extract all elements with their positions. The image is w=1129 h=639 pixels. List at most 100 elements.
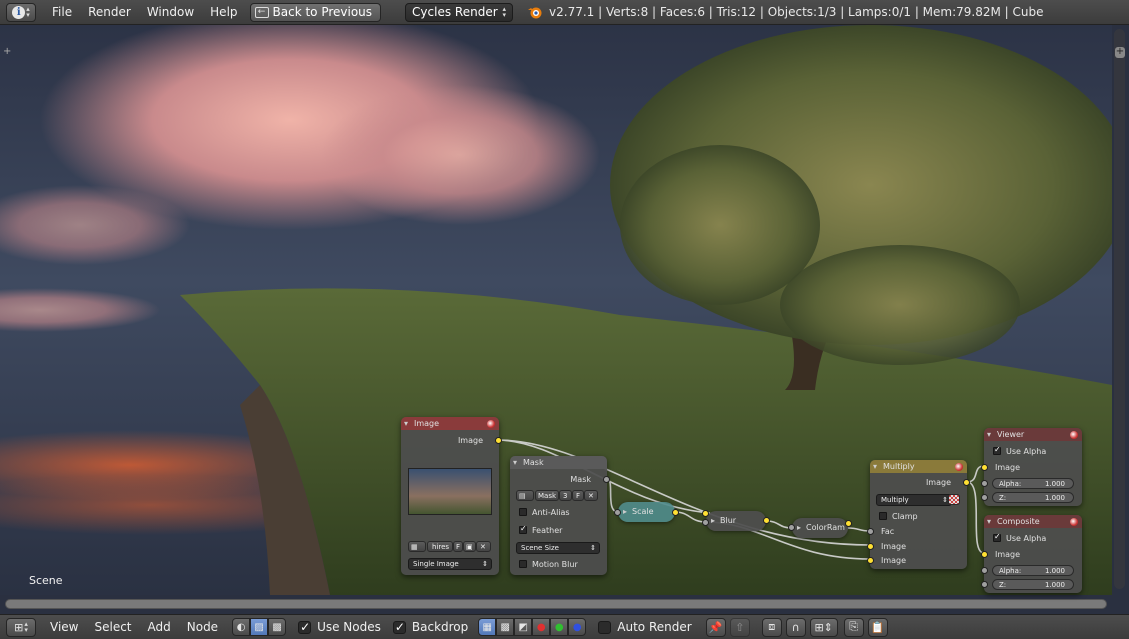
blue-channel-icon[interactable]: ● bbox=[568, 618, 587, 636]
green-channel-icon[interactable]: ● bbox=[550, 618, 569, 636]
clamp-checkbox[interactable]: Clamp bbox=[879, 512, 918, 521]
dropdown-arrows-icon: ⇕ bbox=[482, 560, 488, 568]
composite-z-socket[interactable] bbox=[981, 581, 988, 588]
mask-browse-icon[interactable]: ▤ bbox=[516, 490, 534, 501]
render-engine-dropdown[interactable]: Cycles Render ▴ ▾ bbox=[405, 2, 514, 22]
node-preview-icon[interactable] bbox=[1070, 518, 1078, 526]
alpha-channel-icon[interactable]: ◩ bbox=[514, 618, 533, 636]
image-unlink-icon[interactable]: ✕ bbox=[476, 541, 491, 552]
image1-input-socket[interactable] bbox=[867, 543, 874, 550]
node-tree-type-selector: ◐ ▨ ▩ bbox=[232, 618, 287, 636]
back-to-previous-button[interactable]: ← Back to Previous bbox=[249, 2, 382, 22]
horizontal-scrollbar[interactable] bbox=[5, 599, 1107, 609]
zoom-plus-icon[interactable]: + bbox=[1115, 47, 1125, 58]
snap-magnet-icon[interactable]: ∩ bbox=[785, 617, 806, 637]
mask-size-dropdown[interactable]: Scene Size ⇕ bbox=[516, 542, 600, 554]
viewer-image-socket[interactable] bbox=[981, 464, 988, 471]
node-editor[interactable]: + + Scene Image Image ▦ hires F ▣ ✕ bbox=[0, 25, 1129, 614]
node-preview-icon[interactable] bbox=[487, 420, 495, 428]
menu-window[interactable]: Window bbox=[139, 5, 202, 19]
mask-name-field[interactable]: Mask bbox=[535, 490, 559, 501]
viewer-z-socket[interactable] bbox=[981, 494, 988, 501]
color-channel-icon[interactable]: ▩ bbox=[496, 618, 515, 636]
menu-help[interactable]: Help bbox=[202, 5, 245, 19]
mask-users-count[interactable]: 3 bbox=[559, 490, 572, 501]
vertical-scrollbar[interactable] bbox=[1114, 29, 1125, 589]
red-channel-icon[interactable]: ● bbox=[532, 618, 551, 636]
mask-unlink-icon[interactable]: ✕ bbox=[584, 490, 598, 501]
mask-output-socket[interactable] bbox=[603, 476, 610, 483]
scale-input-socket[interactable] bbox=[614, 509, 621, 516]
composite-use-alpha-checkbox[interactable]: Use Alpha bbox=[993, 532, 1046, 543]
snap-element-dropdown-icon[interactable]: ⊞⇕ bbox=[809, 617, 838, 637]
fac-input-socket[interactable] bbox=[867, 528, 874, 535]
menu-render[interactable]: Render bbox=[80, 5, 139, 19]
menu-file[interactable]: File bbox=[44, 5, 80, 19]
motion-blur-label: Motion Blur bbox=[532, 560, 578, 569]
mask-fake-user-button[interactable]: F bbox=[572, 490, 584, 501]
back-arrow-icon: ← bbox=[254, 6, 269, 18]
copy-nodes-icon[interactable]: ⎘ bbox=[843, 617, 864, 637]
color-alpha-channel-icon[interactable]: ▦ bbox=[478, 618, 497, 636]
texture-nodes-icon[interactable]: ▩ bbox=[268, 618, 287, 636]
mask-node[interactable]: Mask Mask ▤ Mask 3 F ✕ Anti-Alias Feathe… bbox=[510, 456, 610, 575]
scale-node[interactable]: Scale bbox=[618, 502, 675, 522]
menu-node[interactable]: Node bbox=[179, 620, 226, 634]
image-open-icon[interactable]: ▣ bbox=[463, 541, 476, 552]
use-nodes-checkbox[interactable]: Use Nodes bbox=[298, 620, 381, 634]
paste-nodes-icon[interactable]: 📋 bbox=[867, 617, 888, 637]
image-browse-icon[interactable]: ▦ bbox=[408, 541, 426, 552]
snap-node-icon[interactable]: ⧈ bbox=[761, 617, 782, 637]
image-fake-user-button[interactable]: F bbox=[453, 541, 463, 552]
menu-select[interactable]: Select bbox=[86, 620, 139, 634]
node-preview-icon[interactable] bbox=[955, 463, 963, 471]
image-node[interactable]: Image Image ▦ hires F ▣ ✕ Single Image ⇕ bbox=[401, 417, 502, 575]
scale-output-socket[interactable] bbox=[672, 509, 679, 516]
editor-type-selector[interactable]: ⊞ ▴ ▾ bbox=[6, 617, 36, 637]
auto-render-checkbox[interactable]: Auto Render bbox=[598, 620, 692, 634]
use-alpha-toggle-icon[interactable] bbox=[948, 494, 960, 505]
backdrop-checkbox[interactable]: Backdrop bbox=[392, 620, 468, 634]
image2-input-socket[interactable] bbox=[867, 557, 874, 564]
blur-image-input-socket[interactable] bbox=[702, 510, 709, 517]
composite-node[interactable]: Composite Use Alpha Image Alpha: 1.000 Z… bbox=[981, 515, 1082, 593]
menu-add[interactable]: Add bbox=[140, 620, 179, 634]
composite-alpha-socket[interactable] bbox=[981, 567, 988, 574]
composite-z-field[interactable]: Z: 1.000 bbox=[992, 579, 1074, 590]
viewer-use-alpha-checkbox[interactable]: Use Alpha bbox=[993, 445, 1046, 456]
viewer-alpha-socket[interactable] bbox=[981, 480, 988, 487]
image-name-field[interactable]: hires bbox=[427, 541, 453, 552]
colorramp-output-socket[interactable] bbox=[845, 520, 852, 527]
motion-blur-checkbox[interactable]: Motion Blur bbox=[519, 560, 578, 569]
editor-type-selector[interactable]: i ▴ ▾ bbox=[6, 2, 36, 22]
corner-plus-icon[interactable]: + bbox=[3, 46, 11, 57]
composite-alpha-field[interactable]: Alpha: 1.000 bbox=[992, 565, 1074, 576]
multiply-output-socket[interactable] bbox=[963, 479, 970, 486]
go-to-parent-icon[interactable]: ⇧ bbox=[729, 617, 750, 637]
node-preview-icon[interactable] bbox=[1070, 431, 1078, 439]
image-node-output-label: Image bbox=[457, 436, 483, 445]
composite-image-socket[interactable] bbox=[981, 551, 988, 558]
image-source-dropdown[interactable]: Single Image ⇕ bbox=[408, 558, 492, 570]
blur-size-input-socket[interactable] bbox=[702, 519, 709, 526]
alpha-value: 1.000 bbox=[1044, 480, 1065, 488]
clamp-label: Clamp bbox=[892, 512, 918, 521]
anti-alias-checkbox[interactable]: Anti-Alias bbox=[519, 508, 570, 517]
shader-nodes-icon[interactable]: ◐ bbox=[232, 618, 251, 636]
image-output-socket[interactable] bbox=[495, 437, 502, 444]
multiply-node[interactable]: Multiply Image Multiply ⇕ Clamp Fac Imag… bbox=[867, 460, 970, 569]
scene-statistics: v2.77.1 | Verts:8 | Faces:6 | Tris:12 | … bbox=[549, 5, 1044, 19]
mask-node-title: Mask bbox=[523, 458, 544, 467]
blur-node[interactable]: Blur bbox=[706, 511, 766, 531]
colorramp-input-socket[interactable] bbox=[788, 524, 795, 531]
viewer-z-field[interactable]: Z: 1.000 bbox=[992, 492, 1074, 503]
menu-view[interactable]: View bbox=[42, 620, 86, 634]
pin-icon[interactable]: 📌 bbox=[705, 617, 726, 637]
blur-output-socket[interactable] bbox=[763, 517, 770, 524]
colorramp-node[interactable]: ColorRam bbox=[792, 518, 848, 538]
viewer-node[interactable]: Viewer Use Alpha Image Alpha: 1.000 Z: 1… bbox=[981, 428, 1082, 506]
blend-mode-dropdown[interactable]: Multiply ⇕ bbox=[876, 494, 952, 506]
compositing-nodes-icon[interactable]: ▨ bbox=[250, 618, 269, 636]
viewer-alpha-field[interactable]: Alpha: 1.000 bbox=[992, 478, 1074, 489]
feather-checkbox[interactable]: Feather bbox=[519, 524, 562, 535]
